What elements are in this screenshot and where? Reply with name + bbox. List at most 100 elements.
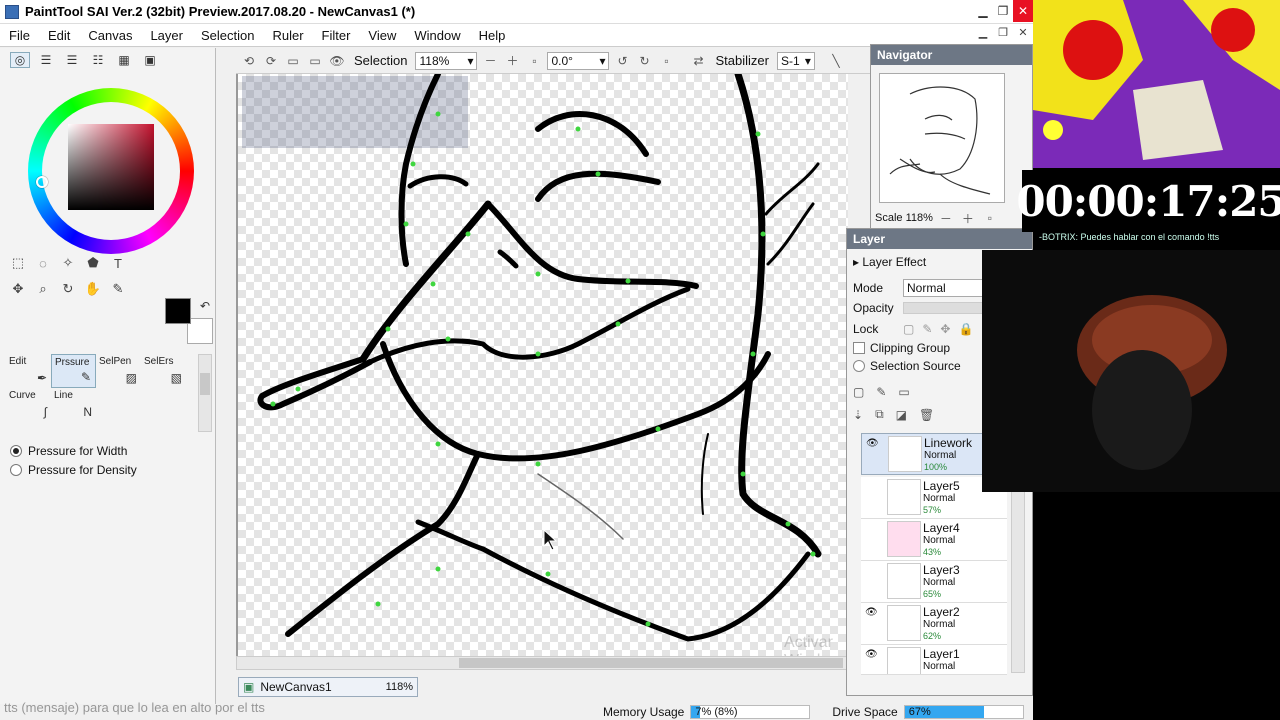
minimize-icon[interactable]: ▁ <box>973 0 993 22</box>
rotate-reset-icon[interactable]: ▫ <box>657 52 675 70</box>
shape-icon[interactable]: ⬟ <box>83 253 103 273</box>
hand-icon[interactable]: ✋ <box>83 279 103 299</box>
menu-ruler[interactable]: Ruler <box>263 28 312 43</box>
menu-layer[interactable]: Layer <box>141 28 192 43</box>
brush-curve[interactable]: Curve ∫ <box>6 388 51 422</box>
primary-color-swatch[interactable] <box>165 298 191 324</box>
nav-zoom-in-icon[interactable]: ＋ <box>959 209 977 227</box>
lock-icons[interactable]: ▢✎✥🔒 <box>903 322 981 336</box>
menu-file[interactable]: File <box>0 28 39 43</box>
move-icon[interactable]: ✥ <box>8 279 28 299</box>
rotation-select[interactable]: 0.0° ▾ <box>547 51 610 70</box>
zoom-in-icon[interactable]: ＋ <box>503 52 521 70</box>
menu-selection[interactable]: Selection <box>192 28 263 43</box>
curve-icon: ∫ <box>43 405 47 419</box>
flip-icon[interactable]: ⇄ <box>689 52 707 70</box>
brush-scrollbar[interactable] <box>198 354 212 432</box>
new-folder-icon[interactable]: ▭ <box>898 385 909 399</box>
menu-view[interactable]: View <box>359 28 405 43</box>
webcam-feed <box>982 250 1280 492</box>
clipping-row[interactable]: Clipping Group <box>853 341 950 355</box>
clipping-checkbox[interactable] <box>853 342 865 354</box>
rotate-icon[interactable]: ↻ <box>58 279 78 299</box>
saturation-value-square[interactable] <box>68 124 154 210</box>
delete-layer-icon[interactable]: 🗑 <box>919 408 934 422</box>
hscroll-thumb[interactable] <box>459 658 843 668</box>
layer-item[interactable]: 👁 Layer2 Normal 62% <box>861 603 1007 645</box>
nav-zoom-out-icon[interactable]: － <box>937 209 955 227</box>
menu-window[interactable]: Window <box>405 28 469 43</box>
eye-icon[interactable]: 👁 <box>865 649 881 663</box>
zoom-select[interactable]: 118% ▾ <box>415 51 478 70</box>
layer-thumbnail <box>887 521 921 557</box>
navigator-thumbnail[interactable] <box>879 73 1005 203</box>
redo-icon[interactable]: ⟳ <box>262 52 280 70</box>
clear-layer-icon[interactable]: ◪ <box>896 408 907 422</box>
canvas-tab[interactable]: ▣ NewCanvas1 118% <box>238 677 418 697</box>
rotate-left-icon[interactable]: ↺ <box>613 52 631 70</box>
layer-item[interactable]: 👁 Layer1 Normal <box>861 645 1007 675</box>
brush-edit[interactable]: Edit ✒ <box>6 354 51 388</box>
layer-effect-row[interactable]: ▸ Layer Effect <box>853 255 926 269</box>
merge-down-icon[interactable]: ⇣ <box>853 408 863 422</box>
mode-value: Normal <box>907 281 946 295</box>
layer-scrollbar[interactable] <box>1011 483 1025 673</box>
doc-minimize-icon[interactable]: ▁ <box>973 26 993 44</box>
lasso-icon[interactable]: ◌ <box>33 253 53 273</box>
maximize-icon[interactable]: ❐ <box>993 0 1013 22</box>
close-icon[interactable]: ✕ <box>1013 0 1033 22</box>
radio-dot[interactable] <box>10 444 22 457</box>
eye-icon[interactable]: 👁 <box>865 607 881 621</box>
eye-icon[interactable]: 👁 <box>866 438 882 452</box>
deselect-icon[interactable]: ▭ <box>284 52 302 70</box>
menu-canvas[interactable]: Canvas <box>79 28 141 43</box>
drawing-canvas[interactable]: Activar Windows <box>236 74 848 656</box>
chevron-down-icon: ▾ <box>599 53 606 68</box>
menu-filter[interactable]: Filter <box>313 28 360 43</box>
zoom-reset-icon[interactable]: ▫ <box>525 52 543 70</box>
selection-source-radio[interactable] <box>853 360 865 372</box>
text-icon[interactable]: T <box>108 253 128 273</box>
brush-scroll-thumb[interactable] <box>200 373 210 395</box>
undo-icon[interactable]: ⟲ <box>240 52 258 70</box>
nav-zoom-reset-icon[interactable]: ▫ <box>981 209 999 227</box>
hue-knob[interactable] <box>36 176 48 188</box>
scratchpad-tab-icon[interactable]: ▦ <box>114 52 134 68</box>
selection-visibility-icon[interactable]: 👁 <box>328 52 346 70</box>
color-wheel-tab-icon[interactable]: ◎ <box>10 52 30 68</box>
layer-item[interactable]: Layer3 Normal 65% <box>861 561 1007 603</box>
doc-close-icon[interactable]: ✕ <box>1013 26 1033 44</box>
canvas-horizontal-scrollbar[interactable] <box>236 656 848 670</box>
new-linework-layer-icon[interactable]: ✎ <box>876 385 886 399</box>
pressure-width-option[interactable]: Pressure for Width <box>10 441 137 460</box>
color-mixer-tab-icon[interactable]: ▣ <box>140 52 160 68</box>
invert-selection-icon[interactable]: ▭ <box>306 52 324 70</box>
selection-source-row[interactable]: Selection Source <box>853 359 961 373</box>
stabilizer-select[interactable]: S-1 ▾ <box>776 51 815 70</box>
swatches-tab-icon[interactable]: ☷ <box>88 52 108 68</box>
menu-edit[interactable]: Edit <box>39 28 79 43</box>
magic-wand-icon[interactable]: ✧ <box>58 253 78 273</box>
layer-effect-label: Layer Effect <box>862 255 927 269</box>
duplicate-layer-icon[interactable]: ⧉ <box>875 407 884 422</box>
zoom-out-icon[interactable]: － <box>481 52 499 70</box>
menu-help[interactable]: Help <box>470 28 515 43</box>
radio-dot[interactable] <box>10 463 22 476</box>
eyedropper-icon[interactable]: ✎ <box>108 279 128 299</box>
doc-restore-icon[interactable]: ❐ <box>993 26 1013 44</box>
brush-selpen[interactable]: SelPen ▨ <box>96 354 141 388</box>
brush-selers[interactable]: SelErs ▧ <box>141 354 186 388</box>
layer-item[interactable]: Layer4 Normal 43% <box>861 519 1007 561</box>
rect-select-icon[interactable]: ⬚ <box>8 253 28 273</box>
rgb-slider-tab-icon[interactable]: ☰ <box>36 52 56 68</box>
zoom-icon[interactable]: ⌕ <box>33 279 53 299</box>
new-layer-icon[interactable]: ▢ <box>853 385 864 399</box>
hsv-slider-tab-icon[interactable]: ☰ <box>62 52 82 68</box>
pressure-density-option[interactable]: Pressure for Density <box>10 460 137 479</box>
straight-line-icon[interactable]: ╲ <box>827 52 845 70</box>
swap-colors-icon[interactable]: ↶ <box>200 299 210 313</box>
brush-prssure[interactable]: Prssure ✎ <box>51 354 96 388</box>
brush-line[interactable]: Line N <box>51 388 96 422</box>
rotate-right-icon[interactable]: ↻ <box>635 52 653 70</box>
color-wheel[interactable] <box>28 88 194 254</box>
